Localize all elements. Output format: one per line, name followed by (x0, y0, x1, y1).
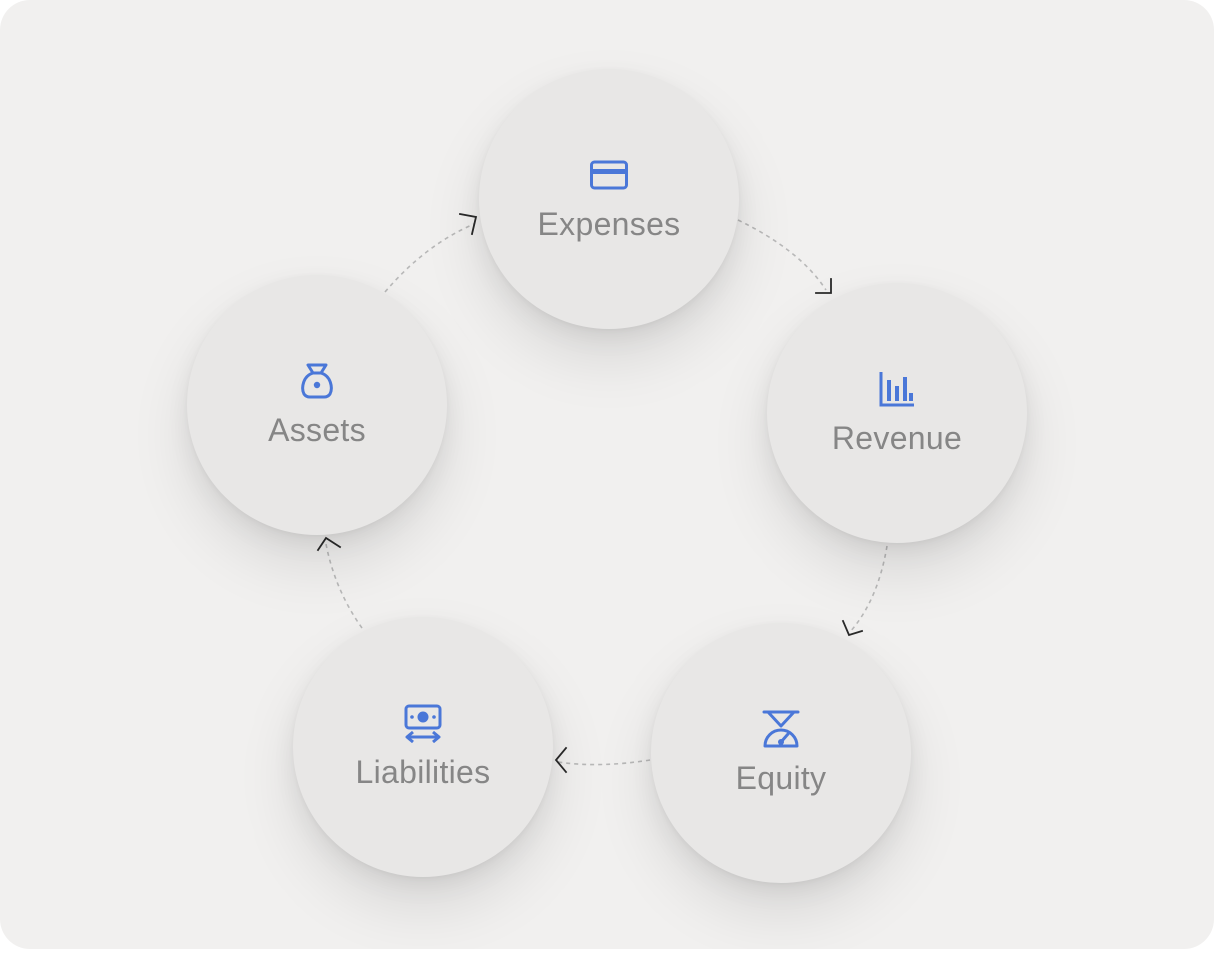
credit-card-icon (589, 155, 629, 195)
arrowhead-assets (316, 536, 342, 552)
arrowhead-liabilities (554, 746, 568, 774)
connector-liabilities-assets (325, 543, 363, 629)
node-label-equity: Equity (735, 760, 827, 796)
connector-equity-liabilities (557, 759, 651, 766)
arrowhead-revenue (815, 278, 832, 294)
scale-icon (761, 709, 801, 749)
node-assets[interactable]: Assets (187, 275, 447, 535)
node-equity[interactable]: Equity (651, 623, 911, 883)
money-transfer-icon (403, 703, 443, 743)
connector-expenses-revenue (737, 219, 827, 291)
node-label-liabilities: Liabilities (355, 754, 491, 790)
node-liabilities[interactable]: Liabilities (293, 617, 553, 877)
connector-assets-expenses (384, 223, 475, 293)
node-label-revenue: Revenue (831, 420, 963, 456)
arrowhead-expenses (458, 212, 478, 236)
money-bag-icon (297, 361, 337, 401)
node-expenses[interactable]: Expenses (479, 69, 739, 329)
connector-revenue-equity (849, 545, 888, 633)
bar-chart-icon (877, 369, 917, 409)
diagram-canvas: Expenses Revenue Equity Liabilities Asse… (0, 0, 1214, 949)
node-revenue[interactable]: Revenue (767, 283, 1027, 543)
node-label-assets: Assets (268, 412, 366, 448)
node-label-expenses: Expenses (537, 206, 681, 242)
